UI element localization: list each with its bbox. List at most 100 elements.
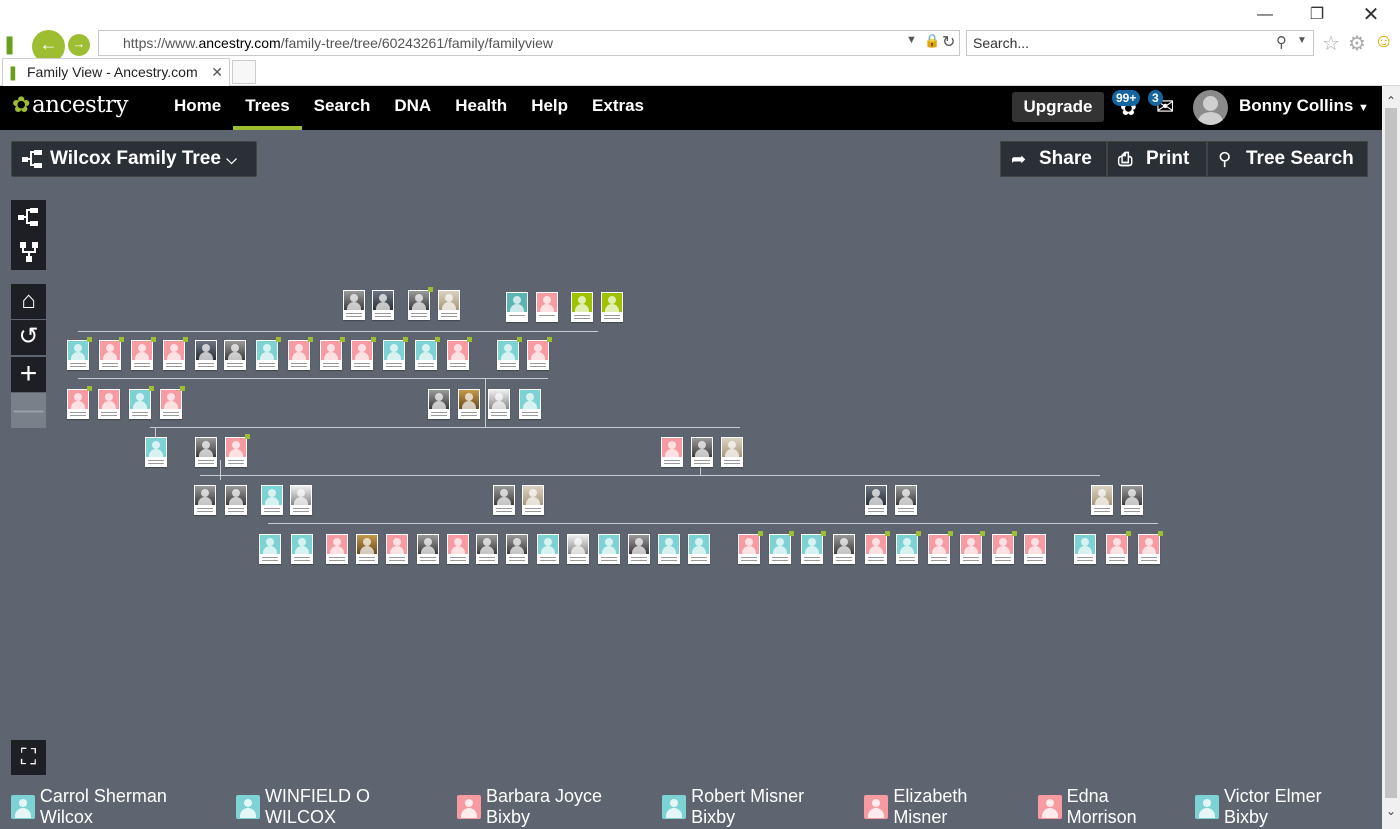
person-card[interactable] <box>506 292 528 322</box>
reset-view-button[interactable]: ↺ <box>11 320 46 355</box>
nav-search[interactable]: Search <box>302 86 383 130</box>
search-dropdown-icon[interactable]: ▼ <box>1297 35 1307 46</box>
person-card[interactable] <box>1121 485 1143 515</box>
forward-button[interactable]: → <box>68 34 90 56</box>
person-card[interactable] <box>658 534 680 564</box>
person-card[interactable] <box>386 534 408 564</box>
url-input[interactable]: https://www.ancestry.com/family-tree/tre… <box>98 30 960 56</box>
person-card[interactable] <box>131 337 156 370</box>
tab-family-view[interactable]: ❚ Family View - Ancestry.com ✕ <box>2 58 230 86</box>
person-card[interactable] <box>428 389 450 419</box>
person-card[interactable] <box>99 337 124 370</box>
favorites-star-icon[interactable]: ☆ <box>1322 31 1340 56</box>
person-card[interactable] <box>721 437 743 467</box>
person-card[interactable] <box>769 531 794 564</box>
settings-gear-icon[interactable]: ⚙ <box>1348 31 1366 56</box>
person-card[interactable] <box>1106 531 1131 564</box>
person-card[interactable] <box>195 437 217 467</box>
person-card[interactable] <box>195 340 217 370</box>
person-card[interactable] <box>383 337 408 370</box>
person-card[interactable] <box>408 287 433 320</box>
person-card[interactable] <box>688 534 710 564</box>
new-tab-button[interactable] <box>232 60 256 84</box>
person-card[interactable] <box>801 531 826 564</box>
person-card[interactable] <box>98 389 120 419</box>
url-dropdown-icon[interactable]: ▼ <box>906 34 917 46</box>
person-card[interactable] <box>291 534 313 564</box>
person-card[interactable] <box>1074 534 1096 564</box>
scroll-down-icon[interactable]: ⌄ <box>1382 802 1400 820</box>
nav-home[interactable]: Home <box>162 86 233 130</box>
person-card[interactable] <box>522 485 544 515</box>
person-card[interactable] <box>865 531 890 564</box>
upgrade-button[interactable]: Upgrade <box>1012 92 1104 122</box>
home-person-button[interactable]: ⌂ <box>11 284 46 319</box>
person-card[interactable] <box>261 485 283 515</box>
person-card[interactable] <box>1138 531 1163 564</box>
person-card[interactable] <box>519 389 541 419</box>
person-card[interactable] <box>343 290 365 320</box>
person-card[interactable] <box>438 290 460 320</box>
recent-person[interactable]: Barbara Joyce Bixby <box>457 786 650 827</box>
person-card[interactable] <box>417 534 439 564</box>
person-card[interactable] <box>895 485 917 515</box>
user-avatar[interactable] <box>1193 90 1228 125</box>
close-window-icon[interactable]: ✕ <box>1356 4 1386 26</box>
person-card[interactable] <box>259 534 281 564</box>
recent-person[interactable]: Carrol Sherman Wilcox <box>11 786 224 827</box>
share-button[interactable]: ➦ Share <box>1000 141 1107 177</box>
nav-health[interactable]: Health <box>443 86 519 130</box>
person-card[interactable] <box>145 437 167 467</box>
person-card[interactable] <box>928 531 953 564</box>
person-card[interactable] <box>351 337 376 370</box>
refresh-icon[interactable]: ↻ <box>942 32 955 52</box>
nav-trees[interactable]: Trees <box>233 86 302 130</box>
nav-help[interactable]: Help <box>519 86 580 130</box>
person-card[interactable] <box>865 485 887 515</box>
nav-dna[interactable]: DNA <box>382 86 443 130</box>
person-card[interactable] <box>224 340 246 370</box>
person-card[interactable] <box>67 337 92 370</box>
pedigree-view-button[interactable] <box>11 200 46 235</box>
person-card[interactable] <box>67 386 92 419</box>
person-card[interactable] <box>738 531 763 564</box>
page-scrollbar[interactable]: ⌃ ⌄ <box>1382 86 1400 829</box>
recent-person[interactable]: Victor Elmer Bixby <box>1195 786 1370 827</box>
fullscreen-button[interactable]: ⛶ <box>11 740 46 775</box>
browser-search-input[interactable]: Search... <box>966 30 1314 56</box>
person-card[interactable] <box>447 534 469 564</box>
person-card[interactable] <box>225 485 247 515</box>
person-card[interactable] <box>326 534 348 564</box>
user-menu[interactable]: Bonny Collins ▼ <box>1239 86 1369 128</box>
person-card[interactable] <box>163 337 188 370</box>
person-card[interactable] <box>488 389 510 419</box>
family-view-button[interactable] <box>11 235 46 270</box>
recent-person[interactable]: WINFIELD O WILCOX <box>236 786 445 827</box>
person-card[interactable] <box>476 534 498 564</box>
person-card[interactable] <box>290 485 312 515</box>
tree-search-button[interactable]: ⚲ Tree Search <box>1207 141 1368 177</box>
person-card[interactable] <box>628 534 650 564</box>
person-card[interactable] <box>567 534 589 564</box>
recent-person[interactable]: Robert Misner Bixby <box>662 786 852 827</box>
person-card[interactable] <box>356 534 378 564</box>
scroll-thumb[interactable] <box>1385 108 1397 798</box>
person-card[interactable] <box>160 386 185 419</box>
person-card[interactable] <box>225 434 250 467</box>
person-card[interactable] <box>691 437 713 467</box>
recent-person[interactable]: Edna Morrison <box>1037 786 1183 827</box>
restore-icon[interactable]: ❐ <box>1302 4 1332 26</box>
person-card[interactable] <box>598 534 620 564</box>
person-card[interactable] <box>493 485 515 515</box>
person-card[interactable] <box>194 485 216 515</box>
person-card[interactable] <box>447 337 472 370</box>
person-card[interactable] <box>833 534 855 564</box>
person-card[interactable] <box>256 337 281 370</box>
person-card[interactable] <box>992 531 1017 564</box>
person-card[interactable] <box>288 337 313 370</box>
minimize-icon[interactable]: — <box>1250 4 1280 26</box>
person-card[interactable] <box>960 531 985 564</box>
person-card[interactable] <box>415 337 440 370</box>
person-card[interactable] <box>129 386 154 419</box>
person-card[interactable] <box>601 292 623 322</box>
